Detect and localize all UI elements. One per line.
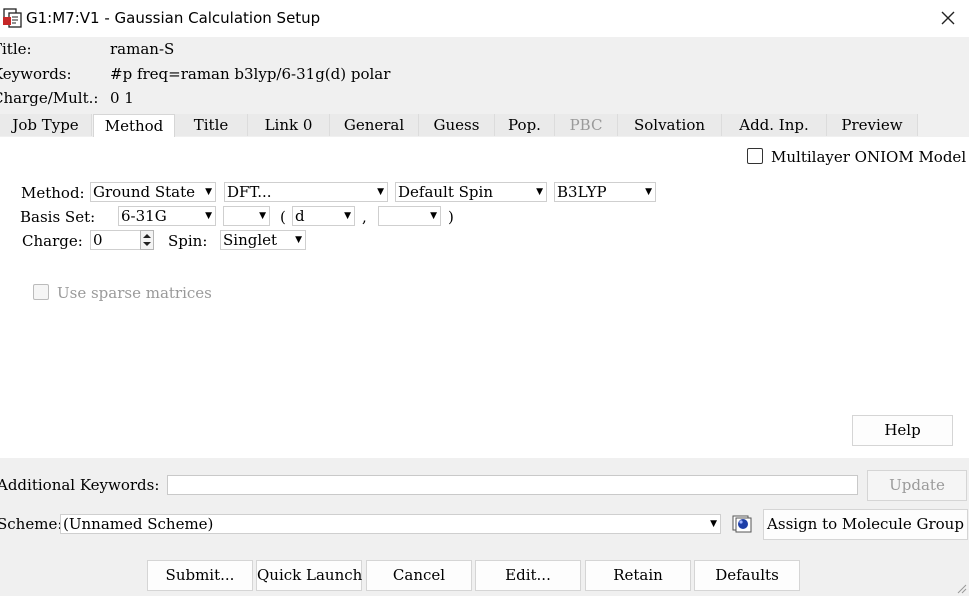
spin-dropdown[interactable]: Singlet ▼ xyxy=(220,230,306,250)
title-bar: G1:M7:V1 - Gaussian Calculation Setup xyxy=(0,0,969,37)
title-value[interactable]: raman-S xyxy=(110,40,174,58)
basis-set-dropdown[interactable]: 6-31G ▼ xyxy=(118,206,216,226)
cancel-button[interactable]: Cancel xyxy=(366,560,472,591)
help-button[interactable]: Help xyxy=(852,415,953,446)
paren-close: ) xyxy=(448,208,454,226)
basis-set-label: Basis Set: xyxy=(20,208,96,226)
charge-mult-label: Charge/Mult.: xyxy=(0,89,99,107)
method-type-dropdown[interactable]: DFT... ▼ xyxy=(224,182,388,202)
tab-bar: Job Type Method Title Link 0 General Gue… xyxy=(0,114,969,138)
update-button: Update xyxy=(867,470,967,501)
multilayer-oniom-checkbox[interactable] xyxy=(747,148,763,164)
tab-general[interactable]: General xyxy=(330,114,419,136)
dropdown-arrow-icon: ▼ xyxy=(259,211,266,221)
tab-job-type[interactable]: Job Type xyxy=(0,114,92,136)
multilayer-oniom-label: Multilayer ONIOM Model xyxy=(771,148,967,166)
paren-open: ( xyxy=(280,208,286,226)
retain-button[interactable]: Retain xyxy=(585,560,691,591)
charge-stepper[interactable] xyxy=(140,230,154,250)
resize-grip-icon[interactable] xyxy=(955,582,967,594)
keywords-value[interactable]: #p freq=raman b3lyp/6-31g(d) polar xyxy=(110,65,390,83)
comma: , xyxy=(362,208,367,226)
dropdown-arrow-icon: ▼ xyxy=(344,211,351,221)
polarization-dropdown[interactable]: d ▼ xyxy=(292,206,355,226)
sparse-matrices-label: Use sparse matrices xyxy=(57,284,212,302)
scheme-dropdown[interactable]: (Unnamed Scheme) ▼ xyxy=(60,514,721,534)
assign-to-molecule-group-button[interactable]: Assign to Molecule Group xyxy=(763,509,968,540)
tab-pbc: PBC xyxy=(555,114,618,136)
diffuse-dropdown[interactable]: ▼ xyxy=(378,206,441,226)
spin-type-dropdown[interactable]: Default Spin ▼ xyxy=(395,182,547,202)
tab-preview[interactable]: Preview xyxy=(827,114,918,136)
dropdown-arrow-icon: ▼ xyxy=(710,519,717,529)
additional-keywords-input[interactable] xyxy=(167,475,858,495)
charge-mult-value[interactable]: 0 1 xyxy=(110,89,134,107)
additional-keywords-label: Additional Keywords: xyxy=(0,476,160,494)
dropdown-arrow-icon: ▼ xyxy=(377,187,384,197)
quick-launch-button[interactable]: Quick Launch xyxy=(256,560,362,591)
dropdown-arrow-icon: ▼ xyxy=(205,187,212,197)
defaults-button[interactable]: Defaults xyxy=(694,560,800,591)
tab-guess[interactable]: Guess xyxy=(419,114,495,136)
tab-method[interactable]: Method xyxy=(93,114,175,138)
spin-label: Spin: xyxy=(168,232,208,250)
edit-button[interactable]: Edit... xyxy=(475,560,581,591)
title-label: Title: xyxy=(0,40,32,58)
dropdown-arrow-icon: ▼ xyxy=(430,211,437,221)
basis-extension-dropdown[interactable]: ▼ xyxy=(223,206,270,226)
tab-solvation[interactable]: Solvation xyxy=(618,114,722,136)
molecule-group-icon[interactable] xyxy=(731,514,753,534)
method-panel: Multilayer ONIOM Model Method: Ground St… xyxy=(0,137,969,458)
tab-add-inp[interactable]: Add. Inp. xyxy=(722,114,827,136)
dropdown-arrow-icon: ▼ xyxy=(295,235,302,245)
submit-button[interactable]: Submit... xyxy=(147,560,253,591)
method-label: Method: xyxy=(21,184,85,202)
tab-title[interactable]: Title xyxy=(175,114,248,136)
sparse-matrices-checkbox xyxy=(33,284,49,300)
charge-input[interactable]: 0 xyxy=(90,230,142,250)
keywords-label: Keywords: xyxy=(0,65,72,83)
tab-link0[interactable]: Link 0 xyxy=(248,114,330,136)
tab-pop[interactable]: Pop. xyxy=(495,114,555,136)
gaussview-app-icon xyxy=(3,8,22,28)
stepper-arrows-icon xyxy=(143,234,151,246)
dropdown-arrow-icon: ▼ xyxy=(205,211,212,221)
close-icon[interactable] xyxy=(938,8,958,28)
dropdown-arrow-icon: ▼ xyxy=(645,187,652,197)
state-dropdown[interactable]: Ground State ▼ xyxy=(90,182,216,202)
dropdown-arrow-icon: ▼ xyxy=(536,187,543,197)
window-title: G1:M7:V1 - Gaussian Calculation Setup xyxy=(26,9,321,27)
charge-label: Charge: xyxy=(22,232,83,250)
scheme-label: Scheme: xyxy=(0,515,63,533)
functional-dropdown[interactable]: B3LYP ▼ xyxy=(554,182,656,202)
